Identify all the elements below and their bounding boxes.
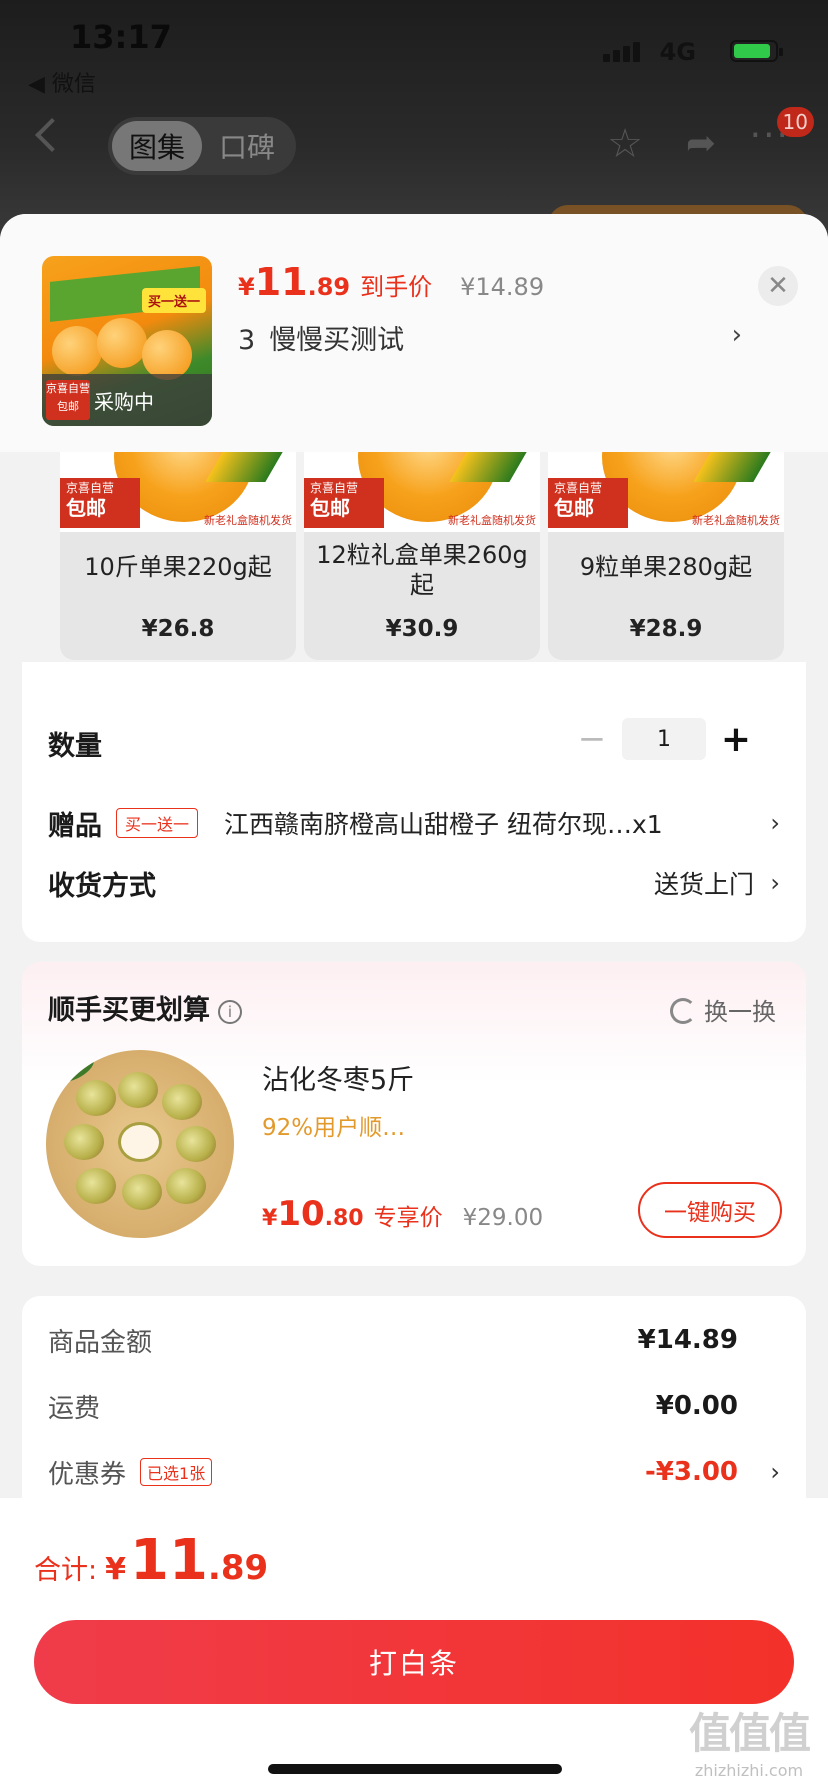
delivery-value: 送货上门	[653, 870, 754, 899]
spec-option-name: 10斤单果220g起	[84, 553, 272, 581]
spec-option-price: ¥30.9	[385, 616, 459, 642]
signal-icon	[603, 40, 643, 62]
back-to-app-link[interactable]: ◀ 微信	[28, 66, 96, 98]
goods-amount-row: 商品金额 ¥14.89	[48, 1325, 738, 1358]
chevron-right-icon: ›	[770, 809, 780, 837]
bogo-tag: 买一送一	[141, 288, 206, 313]
self-operated-tag: 京喜自营 包邮	[46, 380, 90, 420]
quantity-label: 数量	[48, 730, 102, 762]
gift-tag: 买一送一	[116, 808, 199, 838]
spec-option-card[interactable]: 京喜自营 包邮 新老礼盒随机发货 9粒单果280g起 ¥28.9	[548, 452, 784, 660]
network-type: 4G	[659, 38, 696, 66]
original-price: ¥14.89	[460, 273, 545, 301]
addon-price: ¥ 10 .80 专享价 ¥29.00	[262, 1194, 544, 1234]
gift-label: 赠品	[48, 810, 102, 842]
gift-row[interactable]: 赠品 买一送一 江西赣南脐橙高山甜橙子 纽荷尔现…x1 ›	[48, 798, 780, 848]
product-thumbnail[interactable]: 买一送一 采购中 京喜自营 包邮	[42, 256, 212, 426]
status-time: 13:17	[70, 18, 172, 56]
final-price: ¥ 11 .89 到手价 ¥14.89	[238, 260, 545, 304]
order-total: 合计: ¥ 11 .89	[34, 1528, 269, 1593]
addon-original-price: ¥29.00	[462, 1205, 544, 1231]
coupon-row[interactable]: 优惠券 已选1张 -¥3.00 ›	[48, 1452, 780, 1492]
addon-recommendation: 顺手买更划算 i 换一换 沾化冬枣5斤 92%用户顺… ¥ 10 .80 专享价 …	[22, 962, 806, 1266]
one-click-buy-button[interactable]: 一键购买	[638, 1182, 782, 1238]
pay-button[interactable]: 打白条	[34, 1620, 794, 1704]
addon-product-name[interactable]: 沾化冬枣5斤	[262, 1058, 414, 1097]
spec-option-image: 京喜自营 包邮 新老礼盒随机发货	[548, 452, 784, 532]
chevron-right-icon[interactable]: ›	[732, 320, 742, 350]
top-nav: 图集 口碑 ☆ ➦ ··· 10	[0, 107, 828, 175]
quantity-stepper: − 1 +	[562, 718, 766, 760]
view-tabs: 图集 口碑	[108, 117, 296, 175]
order-options-panel: 数量 − 1 + 赠品 买一送一 江西赣南脐橙高山甜橙子 纽荷尔现…x1 › 收…	[22, 662, 806, 942]
chevron-right-icon: ›	[770, 869, 780, 897]
selected-spec[interactable]: 3 慢慢买测试	[238, 318, 404, 357]
back-arrow-icon[interactable]	[35, 118, 69, 152]
spec-option-name: 9粒单果280g起	[579, 553, 753, 581]
home-indicator	[268, 1764, 562, 1774]
delivery-row[interactable]: 收货方式 送货上门 ›	[48, 858, 780, 908]
increase-button[interactable]: +	[706, 719, 766, 760]
delivery-label: 收货方式	[48, 870, 156, 902]
spec-option-price: ¥26.8	[141, 616, 215, 642]
status-bar: 13:17 ◀ 微信 4G	[0, 18, 828, 97]
addon-title: 顺手买更划算 i	[48, 988, 242, 1027]
tab-gallery[interactable]: 图集	[112, 121, 202, 171]
shipping-row: 运费 ¥0.00	[48, 1391, 738, 1424]
gift-description: 江西赣南脐橙高山甜橙子 纽荷尔现…x1	[224, 810, 663, 839]
watermark-site: zhizhizhi.com	[694, 1761, 804, 1780]
refresh-icon	[670, 998, 696, 1024]
spec-option-image: 京喜自营 包邮 新老礼盒随机发货	[60, 452, 296, 532]
shipping-fee: ¥0.00	[655, 1391, 738, 1421]
notification-badge: 10	[776, 107, 814, 137]
star-icon[interactable]: ☆	[607, 121, 643, 167]
quantity-row: 数量 − 1 +	[48, 718, 780, 768]
coupon-discount: -¥3.00	[644, 1457, 738, 1487]
addon-subtitle: 92%用户顺…	[262, 1115, 406, 1141]
goods-amount: ¥14.89	[637, 1325, 738, 1355]
chevron-right-icon: ›	[770, 1458, 780, 1486]
close-icon[interactable]: ✕	[758, 266, 798, 306]
watermark: 值值值 zhizhizhi.com	[684, 1700, 814, 1780]
refresh-button[interactable]: 换一换	[670, 992, 776, 1027]
coupon-tag: 已选1张	[140, 1458, 213, 1486]
info-icon[interactable]: i	[218, 999, 242, 1024]
quantity-input[interactable]: 1	[622, 718, 706, 760]
battery-icon	[730, 40, 783, 62]
spec-option-name: 12粒礼盒单果260g起	[316, 541, 528, 599]
tab-reviews[interactable]: 口碑	[202, 121, 292, 171]
spec-option-card[interactable]: 京喜自营 包邮 新老礼盒随机发货 12粒礼盒单果260g起 ¥30.9	[304, 452, 540, 660]
spec-option-image: 京喜自营 包邮 新老礼盒随机发货	[304, 452, 540, 532]
decrease-button[interactable]: −	[562, 719, 622, 759]
spec-option-price: ¥28.9	[629, 616, 703, 642]
spec-option-card[interactable]: 京喜自营 包邮 新老礼盒随机发货 10斤单果220g起 ¥26.8	[60, 452, 296, 660]
price-label: 到手价	[360, 273, 433, 301]
watermark-logo: 值值值	[688, 1709, 811, 1758]
share-icon[interactable]: ➦	[686, 123, 716, 164]
addon-product-image[interactable]	[46, 1050, 234, 1238]
spec-options: 京喜自营 包邮 新老礼盒随机发货 10斤单果220g起 ¥26.8 京喜自营 包邮 …	[0, 452, 828, 662]
sheet-header: 买一送一 采购中 京喜自营 包邮 ¥ 11 .89 到手价 ¥14.89 3 慢慢…	[0, 214, 828, 452]
